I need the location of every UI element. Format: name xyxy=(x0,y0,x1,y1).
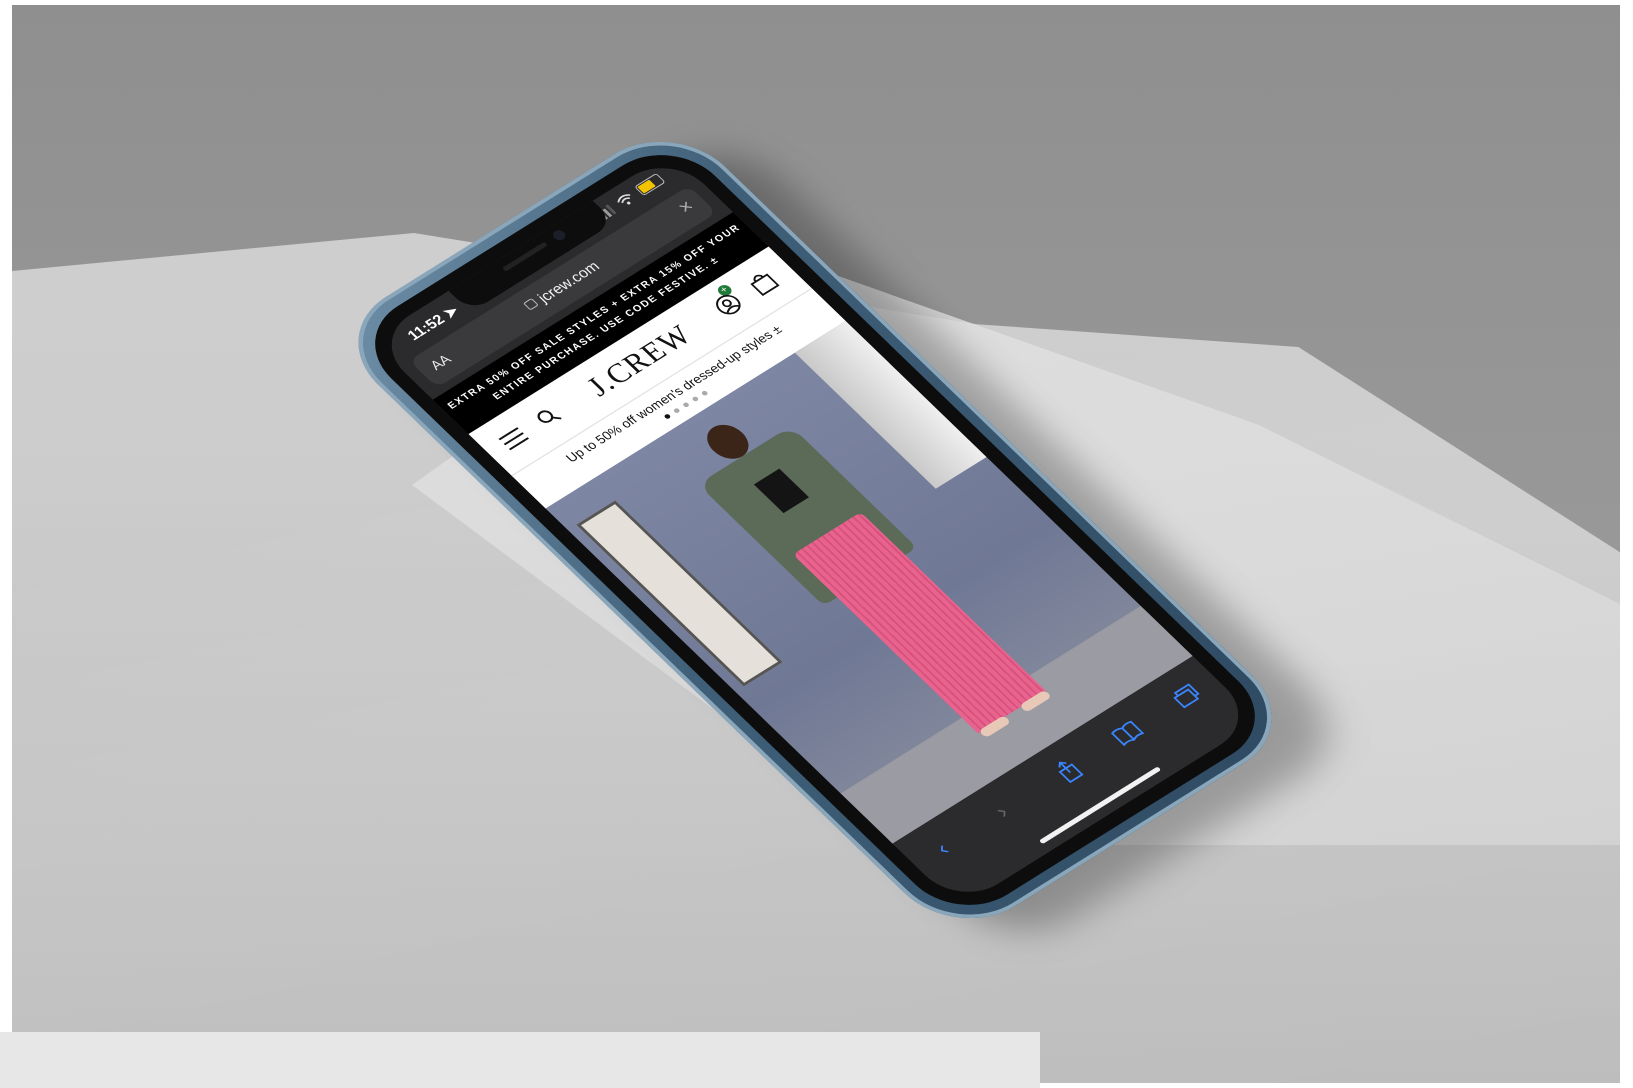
forward-icon[interactable]: › xyxy=(980,795,1023,828)
carousel-dot[interactable] xyxy=(690,396,699,403)
share-icon[interactable] xyxy=(1047,754,1090,787)
tabs-icon[interactable] xyxy=(1165,679,1208,712)
carousel-dot[interactable] xyxy=(681,401,690,409)
lock-icon xyxy=(523,297,540,311)
camera xyxy=(550,228,569,243)
bookmarks-icon[interactable] xyxy=(1106,717,1149,750)
carousel-dot[interactable] xyxy=(663,413,671,420)
location-arrow-icon: ➤ xyxy=(439,302,463,322)
carousel-dot[interactable] xyxy=(672,407,681,415)
wifi-icon xyxy=(617,193,631,205)
pink-pleated-pants xyxy=(792,512,1047,734)
battery-icon xyxy=(634,172,666,197)
back-icon[interactable]: ‹ xyxy=(921,832,964,865)
floor-strip xyxy=(0,1032,1040,1088)
carousel-dot[interactable] xyxy=(700,390,709,397)
